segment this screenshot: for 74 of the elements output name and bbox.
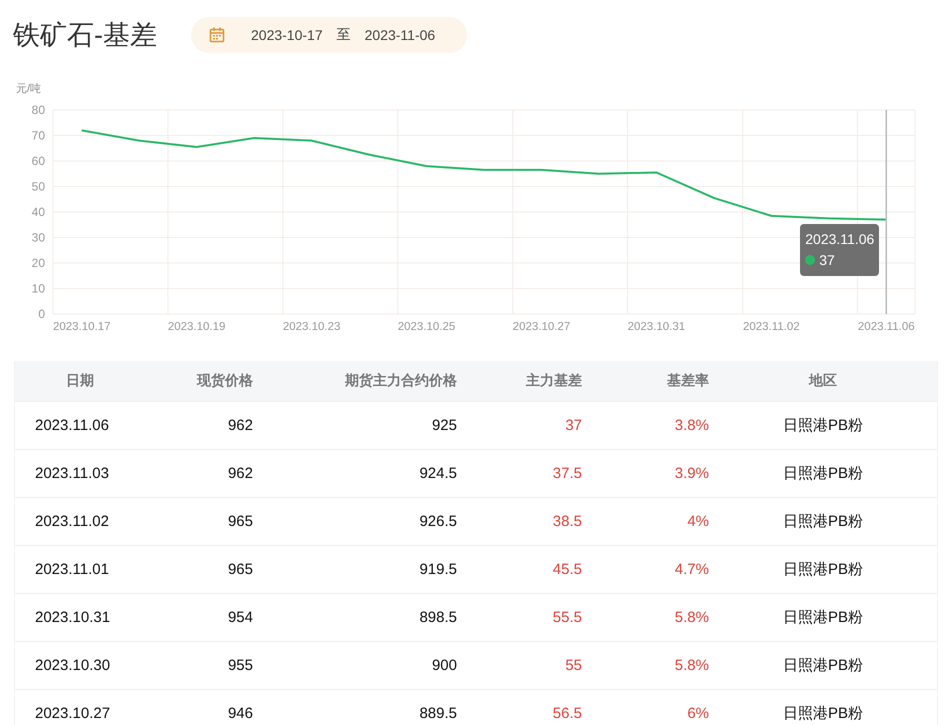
- table-cell-text: 日照港PB粉: [782, 512, 864, 531]
- column-header: 地区: [808, 372, 838, 390]
- y-tick-label: 30: [32, 230, 45, 244]
- table-cell-text: 965: [226, 561, 253, 578]
- column-header: 日期: [65, 372, 95, 390]
- y-tick-label: 70: [32, 128, 45, 142]
- table-cell-text: 962: [226, 417, 253, 434]
- table-cell-text: 3.9%: [674, 465, 709, 482]
- x-tick-label: 2023.10.23: [282, 321, 340, 333]
- table-cell-text: 日照港PB粉: [782, 608, 864, 627]
- table-cell-text: 954: [226, 609, 253, 626]
- table-cell-text: 5.8%: [674, 657, 709, 674]
- table-cell-text: 2023.11.02: [34, 513, 110, 530]
- table-cell-text: 日照港PB粉: [782, 560, 864, 579]
- start-date: 2023-10-17: [251, 27, 323, 43]
- y-tick-label: 80: [32, 103, 45, 117]
- x-tick-label: 2023.10.17: [52, 321, 111, 333]
- table-cell-text: 962: [226, 465, 253, 482]
- x-tick-label: 2023.10.31: [628, 321, 686, 333]
- table-cell-text: 955: [226, 657, 253, 674]
- table-cell-text: 37.5: [552, 465, 582, 482]
- table-cell-text: 日照港PB粉: [782, 704, 864, 723]
- column-header: 期货主力合约价格: [344, 372, 457, 390]
- table-cell-text: 925: [430, 417, 457, 434]
- table-cell-text: 2023.10.30: [34, 657, 112, 674]
- y-tick-label: 40: [32, 205, 45, 219]
- table-cell-text: 4.7%: [674, 561, 709, 578]
- y-tick-label: 0: [38, 307, 45, 321]
- table-cell-text: 926.5: [418, 513, 457, 530]
- table-cell-text: 919.5: [418, 561, 457, 578]
- table-cell-text: 55.5: [552, 609, 582, 626]
- page-title: 铁矿石-基差: [13, 19, 157, 52]
- table-cell-text: 45.5: [552, 561, 582, 578]
- table-cell-text: 898.5: [418, 609, 457, 626]
- range-separator: 至: [336, 26, 351, 44]
- table-cell-text: 2023.11.06: [34, 417, 110, 434]
- table-cell-text: 2023.10.27: [34, 705, 112, 722]
- x-tick-label: 2023.10.25: [398, 321, 456, 333]
- tooltip-value: 37: [819, 250, 835, 270]
- table-cell-text: 55: [564, 657, 582, 674]
- date-range-picker[interactable]: 2023-10-17 至 2023-11-06: [191, 17, 468, 53]
- table-cell-text: 5.8%: [674, 609, 709, 626]
- y-axis-label: 元/吨: [16, 83, 42, 95]
- column-header: 主力基差: [525, 372, 582, 390]
- table-cell-text: 日照港PB粉: [782, 656, 864, 675]
- table-cell-text: 日照港PB粉: [782, 416, 864, 435]
- table-cell-text: 3.8%: [674, 417, 709, 434]
- table-cell-text: 946: [226, 705, 253, 722]
- end-date: 2023-11-06: [364, 27, 436, 43]
- table-cell-text: 924.5: [418, 465, 457, 482]
- x-tick-label: 2023.10.19: [168, 321, 226, 333]
- y-tick-label: 60: [32, 154, 45, 168]
- y-tick-label: 10: [32, 282, 45, 296]
- table-cell-text: 900: [430, 657, 457, 674]
- table-cell-text: 2023.10.31: [34, 609, 112, 626]
- y-tick-label: 50: [32, 180, 45, 194]
- calendar-icon: [209, 27, 225, 43]
- table-cell-text: 2023.11.01: [34, 561, 110, 578]
- x-tick-label: 2023.11.02: [742, 321, 800, 333]
- table-cell-text: 56.5: [552, 705, 582, 722]
- table-cell-text: 38.5: [552, 513, 582, 530]
- table-cell-text: 4%: [686, 513, 709, 530]
- table-cell-text: 889.5: [418, 705, 457, 722]
- x-tick-label: 2023.10.27: [512, 321, 570, 333]
- table-cell-text: 6%: [686, 705, 709, 722]
- table-cell-text: 2023.11.03: [34, 465, 110, 482]
- x-tick-label: 2023.11.06: [858, 321, 915, 333]
- column-header: 现货价格: [196, 372, 253, 390]
- table-cell-text: 965: [226, 513, 253, 530]
- column-header: 基差率: [666, 372, 709, 390]
- tooltip-date: 2023.11.06: [805, 230, 874, 249]
- table-cell-text: 日照港PB粉: [782, 464, 864, 483]
- y-tick-label: 20: [32, 256, 45, 270]
- table-cell-text: 37: [564, 417, 582, 434]
